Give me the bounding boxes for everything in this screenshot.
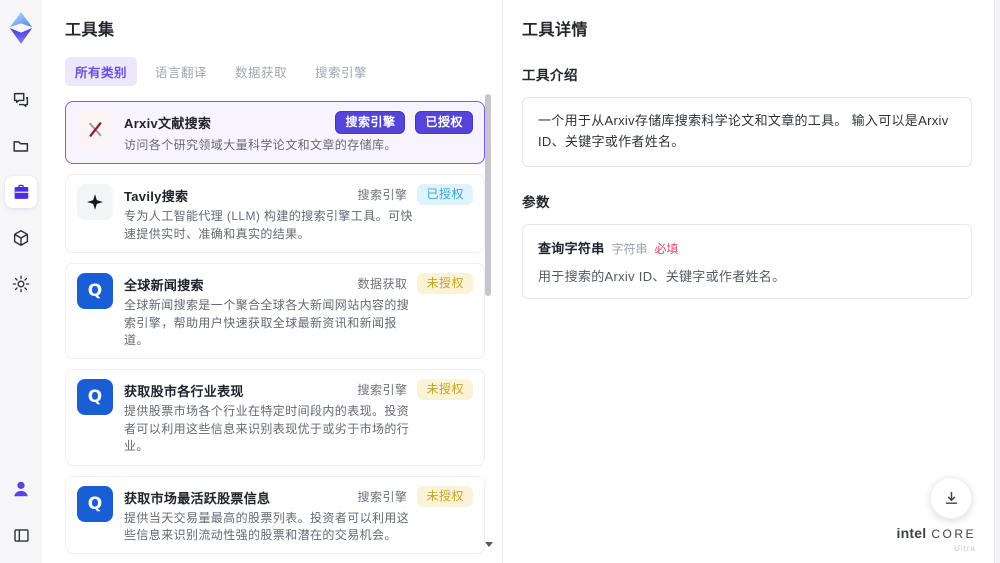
category-tabs: 所有类别 语言翻译 数据获取 搜索引擎: [65, 57, 502, 86]
tool-card[interactable]: Q 全球新闻搜索 数据获取 未授权 全球新闻搜索是一个聚合全球各大新闻网站内容的…: [65, 263, 485, 360]
gem-logo-icon: [9, 12, 33, 44]
gear-icon: [12, 275, 30, 293]
intel-series-name: CORE: [931, 527, 976, 541]
news-search-icon: Q: [87, 493, 103, 514]
tool-intro-text: 一个用于从Arxiv存储库搜索科学论文和文章的工具。 输入可以是Arxiv ID…: [538, 113, 949, 149]
newsq-tool-icon: Q: [77, 273, 113, 310]
intel-tier-name: Ultra: [954, 544, 976, 553]
tool-title: Arxiv文献搜索: [124, 116, 212, 131]
tool-title: 获取市场最活跃股票信息: [124, 490, 271, 506]
sidebar-item-settings[interactable]: [5, 268, 37, 300]
tool-description: 专为人工智能代理 (LLM) 构建的搜索引擎工具。可快速提供实时、准确和真实的结…: [124, 209, 413, 241]
tool-intro-box: 一个用于从Arxiv存储库搜索科学论文和文章的工具。 输入可以是Arxiv ID…: [522, 97, 972, 167]
tool-category-tag: 搜索引擎: [357, 188, 408, 203]
tavily-tool-icon: [77, 184, 113, 221]
tab-data-fetch[interactable]: 数据获取: [225, 57, 297, 86]
tool-status-badge: 未授权: [417, 273, 473, 295]
params-section-heading: 参数: [522, 194, 550, 210]
tool-title: 全球新闻搜索: [124, 278, 204, 294]
tool-status-badge: 未授权: [417, 379, 473, 401]
sidebar-item-collapse-panel[interactable]: [5, 519, 37, 551]
tool-category-tag: 搜索引擎: [335, 111, 406, 134]
arxiv-icon: [88, 121, 101, 137]
scrollbar-down-arrow-icon[interactable]: [485, 542, 493, 547]
tool-card[interactable]: Q 获取市场最活跃股票信息 搜索引擎 未授权 提供当天交易量最高的股票列表。投资…: [65, 475, 485, 555]
tab-search-engine[interactable]: 搜索引擎: [305, 57, 377, 86]
tool-status-badge: 已授权: [417, 184, 473, 206]
tool-title: 获取股市各行业表现: [124, 384, 244, 400]
tab-all-categories[interactable]: 所有类别: [65, 57, 138, 86]
parameter-type: 字符串: [611, 241, 648, 256]
tool-detail-panel: 工具详情 工具介绍 一个用于从Arxiv存储库搜索科学论文和文章的工具。 输入可…: [502, 0, 994, 563]
tool-title: Tavily搜索: [124, 189, 189, 205]
app-window: 工具集 所有类别 语言翻译 数据获取 搜索引擎 Arxiv文献搜索 搜索引擎 已…: [0, 0, 1000, 563]
tool-status-badge: 已授权: [415, 111, 473, 134]
download-icon: [945, 491, 957, 504]
detail-panel-title: 工具详情: [522, 22, 589, 39]
tool-card[interactable]: Tavily搜索 搜索引擎 已授权 专为人工智能代理 (LLM) 构建的搜索引擎…: [65, 174, 485, 254]
tool-category-tag: 搜索引擎: [357, 383, 408, 398]
tool-list: Arxiv文献搜索 搜索引擎 已授权 访问各个研究领域大量科学论文和文章的存储库…: [65, 101, 485, 563]
sidebar-rail: [0, 0, 42, 563]
tool-category-tag: 数据获取: [357, 277, 408, 292]
tool-description: 提供股票市场各个行业在特定时间段内的表现。投资者可以利用这些信息来识别表现优于或…: [124, 404, 410, 454]
folder-icon: [13, 141, 29, 152]
toolbox-icon: [14, 184, 29, 199]
tools-panel-title: 工具集: [65, 22, 115, 39]
download-button[interactable]: [930, 477, 972, 519]
tool-status-badge: 未授权: [417, 485, 473, 507]
tool-description: 全球新闻搜索是一个聚合全球各大新闻网站内容的搜索引擎，帮助用户快速获取全球最新资…: [124, 298, 410, 347]
tool-card[interactable]: Q 获取股市各行业表现 搜索引擎 未授权 提供股票市场各个行业在特定时间段内的表…: [65, 369, 485, 466]
intro-section-heading: 工具介绍: [522, 68, 578, 83]
parameter-box: 查询字符串 字符串 必填 用于搜索的Arxiv ID、关键字或作者姓名。: [522, 223, 972, 299]
sidebar-item-chat[interactable]: [5, 84, 37, 116]
sidebar-item-toolbox[interactable]: [5, 176, 37, 208]
package-icon: [13, 230, 29, 246]
parameter-required-flag: 必填: [654, 241, 679, 256]
intel-core-logo: intel CORE Ultra: [897, 525, 976, 553]
newsq-tool-icon: Q: [77, 379, 113, 416]
tab-language-translation[interactable]: 语言翻译: [145, 57, 217, 86]
parameter-description: 用于搜索的Arxiv ID、关键字或作者姓名。: [538, 268, 786, 284]
sidebar-item-folder[interactable]: [5, 130, 37, 162]
tool-description: 提供当天交易量最高的股票列表。投资者可以利用这些信息来识别流动性强的股票和潜在的…: [124, 510, 410, 542]
tools-panel: 工具集 所有类别 语言翻译 数据获取 搜索引擎 Arxiv文献搜索 搜索引擎 已…: [42, 0, 502, 563]
panel-icon: [13, 528, 29, 542]
sidebar-item-user[interactable]: [5, 473, 37, 505]
tool-card[interactable]: Arxiv文献搜索 搜索引擎 已授权 访问各个研究领域大量科学论文和文章的存储库…: [65, 101, 485, 165]
intel-brand-name: intel: [896, 525, 927, 541]
arxiv-tool-icon: [77, 111, 113, 147]
tool-description: 访问各个研究领域大量科学论文和文章的存储库。: [124, 138, 397, 152]
news-search-icon: Q: [87, 281, 103, 302]
parameter-name: 查询字符串: [538, 240, 605, 256]
scrollbar-thumb[interactable]: [485, 94, 491, 296]
tool-category-tag: 搜索引擎: [357, 489, 408, 504]
sidebar-item-package[interactable]: [5, 222, 37, 254]
window-scrollbar-track[interactable]: [994, 0, 1000, 563]
newsq-tool-icon: Q: [77, 485, 113, 522]
app-logo: [6, 10, 36, 46]
list-scrollbar: [485, 94, 491, 534]
news-search-icon: Q: [87, 387, 103, 408]
chat-icon: [13, 92, 29, 108]
user-icon: [14, 481, 28, 497]
tavily-star-icon: [87, 194, 103, 211]
